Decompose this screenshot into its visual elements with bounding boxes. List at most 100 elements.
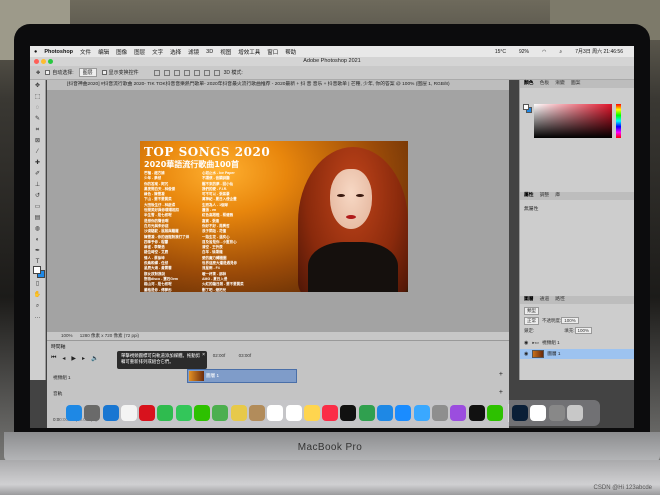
tab-properties[interactable]: 屬性 <box>524 192 534 200</box>
tab-channels[interactable]: 通道 <box>540 296 550 304</box>
clock-readout[interactable]: 7月3日 周六 21:46:56 <box>575 48 623 55</box>
menu-help[interactable]: 帮助 <box>285 48 296 56</box>
tab-layers[interactable]: 圖層 <box>524 296 534 304</box>
audio-icon[interactable]: 🔈 <box>91 355 98 362</box>
add-audio-icon[interactable]: + <box>499 389 503 396</box>
crop-tool-icon[interactable]: ⌗ <box>33 126 43 134</box>
dock-contacts-icon[interactable] <box>248 405 265 421</box>
tab-color[interactable]: 顏色 <box>524 80 534 88</box>
hand-tool-icon[interactable]: ✋ <box>33 291 43 299</box>
layer-row-selected[interactable]: ◉ 圖層 1 <box>520 349 634 359</box>
dock-facetime-icon[interactable] <box>157 405 174 421</box>
dock-keynote-icon[interactable] <box>377 405 394 421</box>
menu-view[interactable]: 视图 <box>220 48 231 56</box>
dock-wechat-icon[interactable] <box>194 405 211 421</box>
auto-select-checkbox[interactable] <box>45 70 51 75</box>
quick-select-tool-icon[interactable]: ✎ <box>33 115 43 123</box>
layer-filter-dropdown[interactable]: 類型 <box>524 306 539 315</box>
battery-readout[interactable]: 92% <box>519 49 529 55</box>
zoom-readout[interactable]: 100% <box>61 333 73 338</box>
tab-libraries[interactable]: 庫 <box>555 192 560 200</box>
dock-baidu-netdisk-icon[interactable] <box>413 405 430 421</box>
dock-trash-icon[interactable] <box>567 405 584 421</box>
opacity-field[interactable]: 100% <box>561 317 579 324</box>
tab-adjustments[interactable]: 調整 <box>540 192 550 200</box>
foreground-color-swatch[interactable] <box>33 266 41 274</box>
menu-edit[interactable]: 编辑 <box>98 48 109 56</box>
menu-type[interactable]: 文字 <box>152 48 163 56</box>
close-icon[interactable]: × <box>202 352 205 358</box>
color-panel-fg-swatch[interactable] <box>523 104 529 110</box>
document-tab[interactable]: [抖音神曲2020] #抖音流行歌曲 2020- TIK TOK抖音音樂熱門歌單… <box>47 80 509 90</box>
menu-image[interactable]: 图像 <box>116 48 127 56</box>
move-tool-icon[interactable]: ✥ <box>36 70 40 76</box>
dock-app-store-icon[interactable] <box>395 405 412 421</box>
dock-launchpad-icon[interactable] <box>84 405 101 421</box>
show-transform-checkbox[interactable] <box>101 70 107 75</box>
video-track-label[interactable]: 視頻組 1 <box>53 375 71 381</box>
more-tools-icon[interactable]: … <box>33 313 43 321</box>
blur-tool-icon[interactable]: ◍ <box>33 225 43 233</box>
dock-qq-icon[interactable] <box>468 405 485 421</box>
move-tool-icon[interactable]: ✥ <box>33 82 43 90</box>
timeline-clip[interactable]: 圖層 1 <box>187 369 297 383</box>
marquee-tool-icon[interactable]: ⬚ <box>33 93 43 101</box>
tab-gradients[interactable]: 漸變 <box>555 80 565 88</box>
play-icon[interactable]: ▶ <box>71 355 76 362</box>
tab-swatches[interactable]: 色板 <box>540 80 550 88</box>
dock-music-icon[interactable] <box>322 405 339 421</box>
align-center-icon[interactable] <box>163 69 170 76</box>
blend-mode-dropdown[interactable]: 正常 <box>524 316 539 325</box>
dock-reminders-icon[interactable] <box>285 405 302 421</box>
frame-tool-icon[interactable]: ⊠ <box>33 137 43 145</box>
align-left-icon[interactable] <box>153 69 160 76</box>
audio-track-label[interactable]: 音軌 <box>53 391 62 397</box>
menu-select[interactable]: 选择 <box>170 48 181 56</box>
lasso-tool-icon[interactable]: ◌ <box>33 104 43 112</box>
menu-app-name[interactable]: Photoshop <box>44 49 73 55</box>
dock-safari-icon[interactable] <box>102 405 119 421</box>
rectangle-tool-icon[interactable]: ▯ <box>33 280 43 288</box>
dock-wechat-chat-icon[interactable] <box>486 405 503 421</box>
artwork-canvas[interactable]: TOP SONGS 2020 2020華語流行歌曲100首 芒種 - 趙方婧 少年… <box>140 141 408 292</box>
fill-field[interactable]: 100% <box>574 327 593 334</box>
layer-row-group[interactable]: ◉ ▸▭ 視頻組 1 <box>520 338 634 348</box>
brush-tool-icon[interactable]: ✐ <box>33 170 43 178</box>
dock-opera-icon[interactable] <box>139 405 156 421</box>
healing-brush-tool-icon[interactable]: ✚ <box>33 159 43 167</box>
hue-slider[interactable] <box>616 104 621 138</box>
apple-menu-icon[interactable]: ● <box>34 49 37 55</box>
search-icon[interactable]: ⌕ <box>559 49 562 55</box>
eraser-tool-icon[interactable]: ▭ <box>33 203 43 211</box>
dock-finder-icon[interactable] <box>66 405 82 421</box>
first-frame-icon[interactable]: ⏮ <box>51 355 56 362</box>
add-media-icon[interactable]: + <box>499 371 503 378</box>
menu-plugins[interactable]: 增效工具 <box>238 48 260 56</box>
visibility-eye-icon[interactable]: ◉ <box>524 351 528 357</box>
type-tool-icon[interactable]: T <box>33 258 43 266</box>
history-brush-tool-icon[interactable]: ↺ <box>33 192 43 200</box>
dock-photoshop-icon[interactable] <box>512 405 529 421</box>
gradient-tool-icon[interactable]: ▤ <box>33 214 43 222</box>
dock-preview-icon[interactable] <box>530 405 547 421</box>
wifi-icon[interactable]: ◠ <box>542 49 546 55</box>
dock-maps-icon[interactable] <box>212 405 229 421</box>
dock-messages-icon[interactable] <box>175 405 192 421</box>
visibility-eye-icon[interactable]: ◉ <box>524 340 528 346</box>
dock-notes-icon[interactable] <box>303 405 320 421</box>
dock-calendar-icon[interactable] <box>267 405 284 421</box>
zoom-tool-icon[interactable]: ⌕ <box>33 302 43 310</box>
zoom-window-button[interactable] <box>48 59 53 64</box>
dock-system-preferences-icon[interactable] <box>431 405 448 421</box>
dodge-tool-icon[interactable]: ◐ <box>33 236 43 244</box>
dock-photos-icon[interactable] <box>230 405 247 421</box>
align-middle-icon[interactable] <box>193 69 200 76</box>
tab-paths[interactable]: 路徑 <box>555 296 565 304</box>
menu-3d[interactable]: 3D <box>206 49 213 55</box>
eyedropper-tool-icon[interactable]: ⁄ <box>33 148 43 156</box>
weather-readout[interactable]: 15°C <box>495 49 506 55</box>
tab-patterns[interactable]: 圖案 <box>571 80 581 88</box>
pen-tool-icon[interactable]: ✒ <box>33 247 43 255</box>
align-top-icon[interactable] <box>183 69 190 76</box>
menu-file[interactable]: 文件 <box>80 48 91 56</box>
